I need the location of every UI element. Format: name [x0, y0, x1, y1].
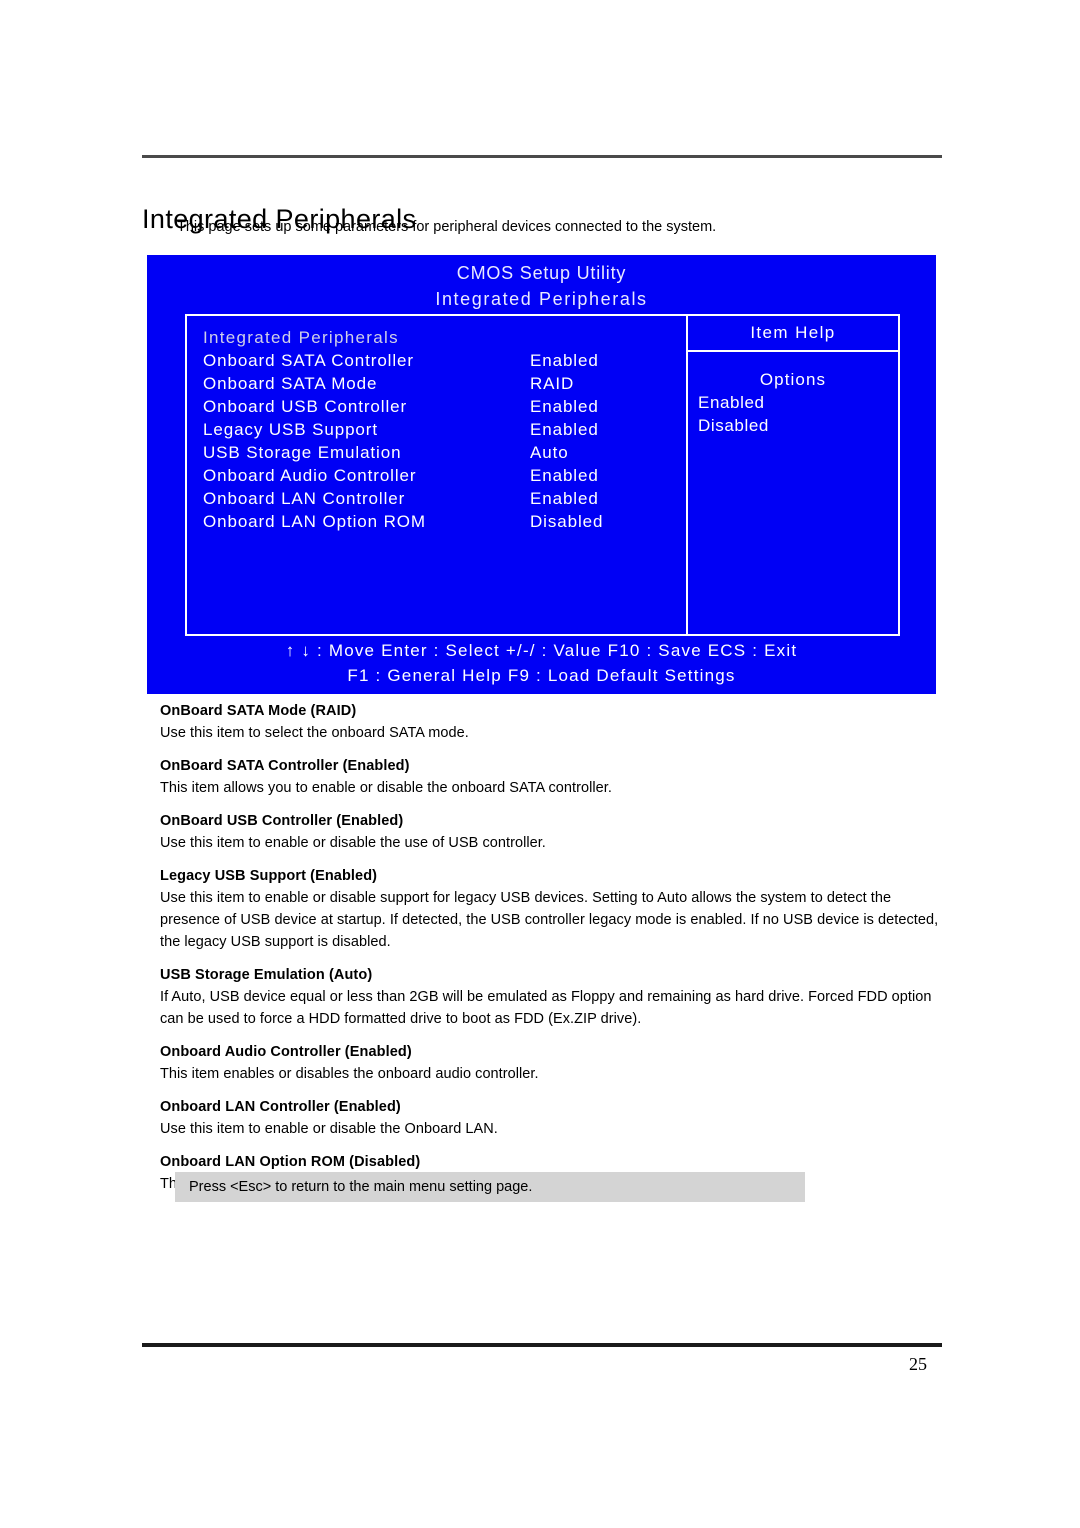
bios-setup-screen: CMOS Setup Utility Integrated Peripheral… [147, 255, 936, 694]
desc-body-usb-storage-emulation: If Auto, USB device equal or less than 2… [160, 989, 932, 1027]
bios-item-onboard-sata-controller[interactable]: Onboard SATA Controller Enabled [203, 349, 686, 372]
bios-item-label: Onboard USB Controller [203, 397, 408, 416]
bios-item-onboard-audio-controller[interactable]: Onboard Audio Controller Enabled [203, 464, 686, 487]
desc-heading-lan-option-rom: Onboard LAN Option ROM (Disabled) [160, 1154, 421, 1170]
bios-item-label: Onboard SATA Controller [203, 351, 414, 370]
bios-group-heading: Integrated Peripherals [203, 326, 686, 349]
settings-descriptions: OnBoard SATA Mode (RAID) Use this item t… [160, 700, 940, 1206]
desc-heading-audio-controller: Onboard Audio Controller (Enabled) [160, 1044, 412, 1060]
footer-rule [142, 1343, 942, 1347]
item-help-title: Item Help [688, 316, 898, 352]
bios-item-value[interactable]: Enabled [530, 487, 599, 510]
bios-item-label: USB Storage Emulation [203, 443, 402, 462]
bios-item-value[interactable]: Enabled [530, 464, 599, 487]
bios-item-onboard-usb-controller[interactable]: Onboard USB Controller Enabled [203, 395, 686, 418]
bios-item-label: Legacy USB Support [203, 420, 378, 439]
desc-heading-sata-mode: OnBoard SATA Mode (RAID) [160, 703, 357, 719]
bios-item-onboard-lan-controller[interactable]: Onboard LAN Controller Enabled [203, 487, 686, 510]
bios-header: CMOS Setup Utility Integrated Peripheral… [147, 260, 936, 312]
page-number: 25 [909, 1354, 927, 1374]
item-help-option: Enabled [698, 393, 765, 412]
desc-body-usb-controller: Use this item to enable or disable the u… [160, 835, 546, 851]
bios-key-legend: ↑ ↓ : Move Enter : Select +/-/ : Value F… [147, 638, 936, 688]
bios-group-label: Integrated Peripherals [203, 328, 399, 347]
item-help-body: Options Enabled Disabled [688, 352, 898, 437]
bios-item-label: Onboard LAN Controller [203, 489, 406, 508]
document-page: Integrated Peripherals This page sets up… [0, 0, 1080, 1528]
desc-heading-usb-controller: OnBoard USB Controller (Enabled) [160, 813, 404, 829]
item-help-options-title: Options [759, 370, 827, 389]
desc-heading-lan-controller: Onboard LAN Controller (Enabled) [160, 1099, 401, 1115]
desc-heading-sata-controller: OnBoard SATA Controller (Enabled) [160, 758, 410, 774]
bios-item-label: Onboard SATA Mode [203, 374, 378, 393]
page-subtitle: This page sets up some parameters for pe… [177, 219, 717, 235]
bios-item-usb-storage-emulation[interactable]: USB Storage Emulation Auto [203, 441, 686, 464]
bios-item-onboard-lan-option-rom[interactable]: Onboard LAN Option ROM Disabled [203, 510, 686, 533]
bios-item-value[interactable]: Auto [530, 441, 569, 464]
bios-item-value[interactable]: Enabled [530, 349, 599, 372]
bios-settings-list: Integrated Peripherals Onboard SATA Cont… [187, 316, 686, 634]
bios-key-legend-line2: F1 : General Help F9 : Load Default Sett… [347, 666, 736, 685]
bios-key-legend-line1: ↑ ↓ : Move Enter : Select +/-/ : Value F… [285, 641, 798, 660]
desc-body-lan-controller: Use this item to enable or disable the O… [160, 1121, 498, 1137]
bios-item-onboard-sata-mode[interactable]: Onboard SATA Mode RAID [203, 372, 686, 395]
bios-header-title: CMOS Setup Utility [456, 263, 627, 283]
bios-item-value[interactable]: Enabled [530, 418, 599, 441]
desc-body-legacy-usb: Use this item to enable or disable suppo… [160, 890, 939, 950]
desc-body-sata-mode: Use this item to select the onboard SATA… [160, 725, 469, 741]
bios-item-label: Onboard LAN Option ROM [203, 512, 426, 531]
bios-item-help-panel: Item Help Options Enabled Disabled [688, 316, 898, 634]
bios-item-legacy-usb-support[interactable]: Legacy USB Support Enabled [203, 418, 686, 441]
escape-note: Press <Esc> to return to the main menu s… [175, 1172, 805, 1202]
bios-header-subtitle: Integrated Peripherals [435, 289, 648, 309]
item-help-option: Disabled [698, 416, 769, 435]
desc-heading-usb-storage-emulation: USB Storage Emulation (Auto) [160, 967, 373, 983]
desc-body-audio-controller: This item enables or disables the onboar… [160, 1066, 539, 1082]
bios-item-value[interactable]: RAID [530, 372, 574, 395]
bios-item-label: Onboard Audio Controller [203, 466, 417, 485]
bios-panel: Integrated Peripherals Onboard SATA Cont… [185, 314, 900, 636]
desc-heading-legacy-usb: Legacy USB Support (Enabled) [160, 868, 378, 884]
header-rule [142, 155, 942, 158]
desc-body-sata-controller: This item allows you to enable or disabl… [160, 780, 612, 796]
bios-item-value[interactable]: Disabled [530, 510, 603, 533]
bios-item-value[interactable]: Enabled [530, 395, 599, 418]
